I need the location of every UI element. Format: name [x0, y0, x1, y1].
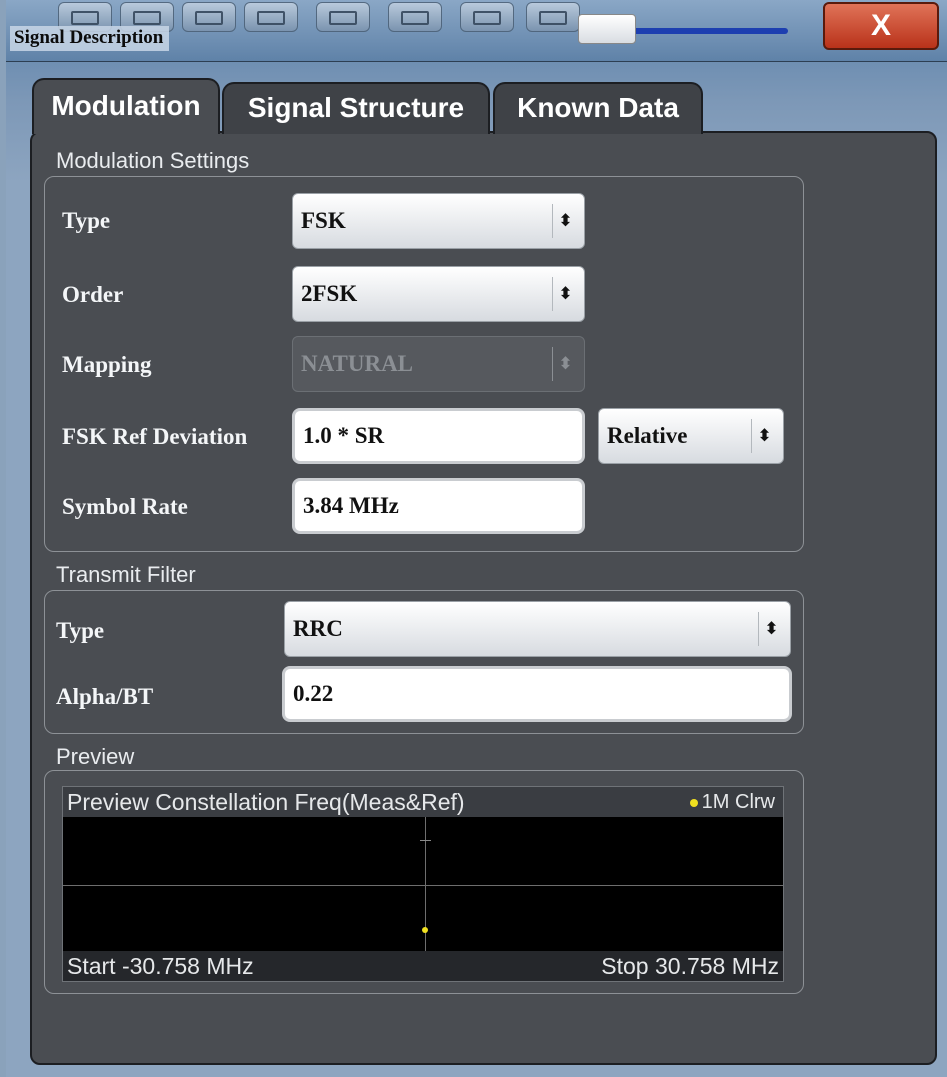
window-title: Signal Description: [10, 26, 170, 51]
transmit-filter-title: Transmit Filter: [56, 562, 196, 587]
toolbar-icon: [329, 11, 357, 25]
preview-title: Preview: [56, 744, 135, 769]
modulation-order-select[interactable]: 2FSK ⬍: [292, 266, 585, 322]
filter-type-select[interactable]: RRC ⬍: [284, 601, 791, 657]
select-arrows-icon: ⬍: [758, 612, 784, 646]
tab-signal-structure[interactable]: Signal Structure: [222, 82, 490, 134]
measured-point: [422, 927, 428, 933]
symbol-rate-label: Symbol Rate: [62, 494, 188, 519]
symbol-rate-input[interactable]: 3.84 MHz: [292, 478, 585, 534]
preview-diagram-title: Preview Constellation Freq(Meas&Ref): [67, 789, 465, 815]
select-arrows-icon: ⬍: [552, 347, 578, 381]
mapping-select: NATURAL ⬍: [292, 336, 585, 392]
title-bar: Signal Description X: [0, 0, 947, 62]
filter-type-label: Type: [56, 618, 105, 643]
toolbar-icon: [133, 11, 161, 25]
fsk-ref-deviation-mode-select[interactable]: Relative ⬍: [598, 408, 784, 464]
order-label: Order: [62, 282, 124, 307]
trace-dot-icon: [689, 798, 698, 807]
center-horizontal-line: [63, 885, 783, 886]
reference-point: [420, 840, 431, 841]
preview-diagram-footer: Start -30.758 MHz Stop 30.758 MHz: [63, 951, 783, 981]
toolbar-icon: [195, 11, 223, 25]
mapping-label: Mapping: [62, 352, 152, 377]
tab-modulation[interactable]: Modulation: [32, 78, 220, 134]
modulation-order-value: 2FSK: [301, 281, 358, 306]
fsk-ref-deviation-input[interactable]: 1.0 * SR: [292, 408, 585, 464]
filter-type-value: RRC: [293, 616, 343, 641]
toolbar-icon: [401, 11, 429, 25]
mapping-value: NATURAL: [301, 351, 414, 376]
toolbar-button-5[interactable]: [316, 2, 370, 32]
transparency-slider-thumb[interactable]: [578, 14, 636, 44]
alpha-bt-label: Alpha/BT: [56, 684, 154, 709]
preview-diagram: Preview Constellation Freq(Meas&Ref) 1M …: [62, 786, 784, 982]
trace-label: 1M Clrw: [701, 791, 775, 813]
toolbar-button-7[interactable]: [460, 2, 514, 32]
preview-diagram-header: Preview Constellation Freq(Meas&Ref) 1M …: [63, 787, 783, 817]
modulation-type-select[interactable]: FSK ⬍: [292, 193, 585, 249]
toolbar-icon: [539, 11, 567, 25]
select-arrows-icon: ⬍: [552, 277, 578, 311]
toolbar-icon: [473, 11, 501, 25]
close-button[interactable]: X: [823, 2, 939, 50]
modulation-settings-title: Modulation Settings: [56, 148, 250, 173]
toolbar-button-6[interactable]: [388, 2, 442, 32]
stop-frequency: Stop 30.758 MHz: [601, 953, 779, 979]
fsk-ref-deviation-mode-value: Relative: [607, 423, 688, 448]
trace-info: 1M Clrw: [689, 787, 775, 817]
toolbar-button-4[interactable]: [244, 2, 298, 32]
toolbar-button-8[interactable]: [526, 2, 580, 32]
alpha-bt-input[interactable]: 0.22: [282, 666, 792, 722]
toolbar-icon: [71, 11, 99, 25]
fsk-ref-deviation-label: FSK Ref Deviation: [62, 424, 248, 449]
select-arrows-icon: ⬍: [751, 419, 777, 453]
type-label: Type: [62, 208, 111, 233]
select-arrows-icon: ⬍: [552, 204, 578, 238]
start-frequency: Start -30.758 MHz: [67, 953, 254, 979]
modulation-type-value: FSK: [301, 208, 346, 233]
tab-known-data[interactable]: Known Data: [493, 82, 703, 134]
toolbar-button-3[interactable]: [182, 2, 236, 32]
toolbar-icon: [257, 11, 285, 25]
